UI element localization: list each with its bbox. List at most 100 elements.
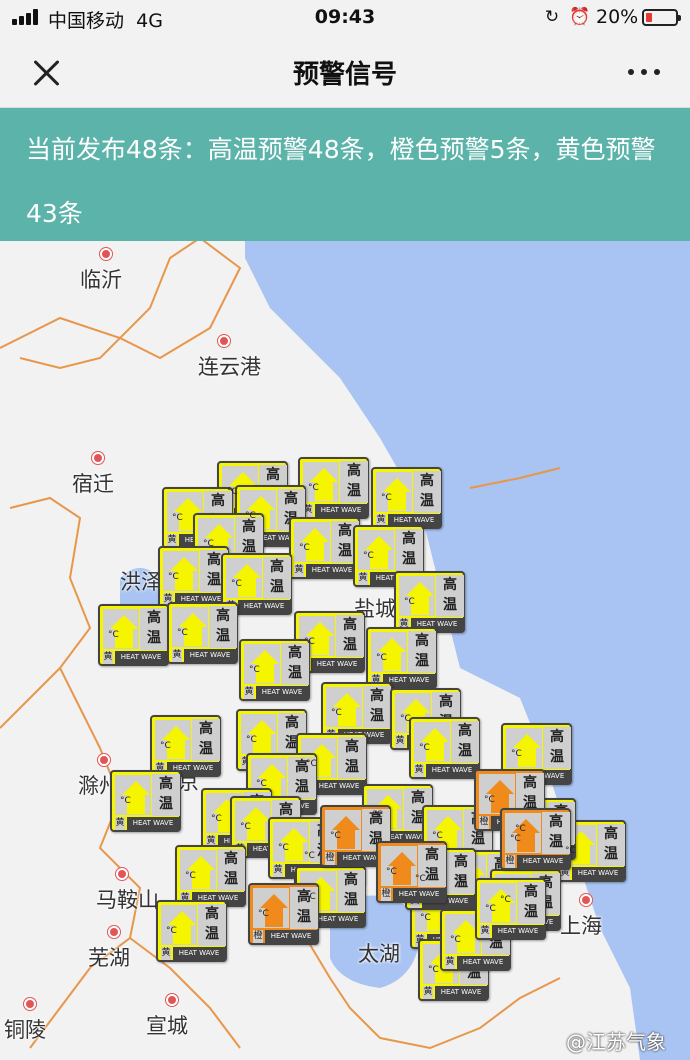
degree-label: °C [203,539,214,549]
heat-wave-warning-icon[interactable]: °C高温黄HEAT WAVE [475,878,546,940]
warning-level-label: 橙 [505,855,515,868]
thermometer-icon [180,850,216,890]
degree-label: °C [376,653,387,663]
degree-label: °C [211,814,222,824]
city-label: 马鞍山 [96,888,159,912]
warning-en-label: HEAT WAVE [313,780,365,793]
degree-label: °C [420,913,431,923]
degree-label: °C [108,630,119,640]
warning-type-label: 高温 [192,719,220,761]
warning-en-label: HEAT WAVE [256,686,308,699]
degree-label: °C [308,483,319,493]
thermometer-icon [163,551,199,591]
battery-icon [642,9,681,26]
warning-type-label: 高温 [152,774,180,816]
degree-label: °C [331,708,342,718]
warning-level-label: 黄 [294,564,304,577]
degree-label: °C [306,759,317,769]
watermark: @江苏气象 [566,1030,666,1054]
warning-type-label: 高温 [338,737,366,779]
degree-label: °C [304,637,315,647]
thermometer-icon [358,530,394,570]
heat-wave-warning-icon[interactable]: °C高温黄HEAT WAVE [156,900,227,962]
thermometer-icon [506,728,542,768]
degree-label: °C [305,892,316,902]
warning-en-label: HEAT WAVE [238,600,290,613]
degree-label: °C [419,743,430,753]
warning-level-label: 黄 [395,735,405,748]
warning-en-label: HEAT WAVE [457,956,509,969]
warning-type-label: 高温 [436,575,464,617]
degree-label: °C [363,551,374,561]
city-marker-icon [100,248,112,260]
thermometer-icon [235,801,271,841]
city-marker-icon [580,894,592,906]
heat-wave-warning-icon[interactable]: °C高温黄HEAT WAVE [158,546,229,608]
warning-type-label: 高温 [217,849,245,891]
heat-wave-warning-icon[interactable]: °C高温黄HEAT WAVE [98,604,169,666]
heat-wave-warning-icon[interactable]: °C高温黄HEAT WAVE [371,467,442,529]
warning-en-label: HEAT WAVE [173,947,225,960]
thermometer-icon [155,720,191,760]
heat-wave-warning-icon[interactable]: °C高温黄HEAT WAVE [298,457,369,519]
warning-type-label: 高温 [597,824,625,866]
warning-en-label: HEAT WAVE [435,986,487,999]
warning-en-label: HEAT WAVE [426,764,478,777]
heat-wave-warning-icon[interactable]: °C高温黄HEAT WAVE [150,715,221,777]
heat-wave-warning-icon[interactable]: °C高温橙HEAT WAVE [376,841,447,903]
degree-label: °C [432,831,443,841]
city-label: 连云港 [198,355,261,379]
degree-label: °C [299,543,310,553]
city-label: 临沂 [80,268,122,292]
rotation-lock-icon: ↻ [544,7,560,27]
warning-level-label: 黄 [358,572,368,585]
thermometer-icon [371,632,407,672]
degree-label: °C [400,714,411,724]
degree-label: °C [278,843,289,853]
city-marker-icon [92,452,104,464]
thermometer-icon [326,687,362,727]
heat-wave-warning-icon[interactable]: °C高温橙HEAT WAVE [500,808,571,870]
degree-label: °C [510,834,521,844]
warning-level-label: 黄 [480,925,490,938]
thermometer-icon [381,846,417,886]
degree-label: °C [227,487,238,497]
warning-type-label: 高温 [413,471,441,513]
warning-level-label: 橙 [479,816,489,829]
degree-label: °C [511,749,522,759]
warning-type-label: 高温 [198,904,226,946]
warning-map[interactable]: 日照临沂连云港宿迁洪泽盐城滁州京南通常州马鞍山芜湖太湖上海宣城铜陵 °C高温黄H… [0,108,690,1060]
heat-wave-warning-icon[interactable]: °C高温黄HEAT WAVE [394,571,465,633]
heat-wave-warning-icon[interactable]: °C高温黄HEAT WAVE [366,627,437,689]
warning-en-label: HEAT WAVE [517,855,569,868]
city-label: 太湖 [358,942,400,966]
nav-bar: 预警信号 [0,36,690,108]
warning-en-label: HEAT WAVE [311,658,363,671]
heat-wave-warning-icon[interactable]: °C高温黄HEAT WAVE [175,845,246,907]
degree-label: °C [240,822,251,832]
degree-label: °C [120,796,131,806]
heat-wave-warning-icon[interactable]: °C高温黄HEAT WAVE [110,770,181,832]
degree-label: °C [386,867,397,877]
degree-label: °C [160,741,171,751]
warning-type-label: 高温 [447,852,475,894]
heat-wave-warning-icon[interactable]: °C高温黄HEAT WAVE [239,639,310,701]
warning-en-label: HEAT WAVE [184,649,236,662]
city-label: 铜陵 [4,1018,46,1042]
warning-type-label: 高温 [336,615,364,657]
heat-wave-warning-icon[interactable]: °C高温黄HEAT WAVE [289,517,360,579]
warning-type-label: 高温 [340,461,368,503]
heat-wave-warning-icon[interactable]: °C高温黄HEAT WAVE [167,602,238,664]
warning-type-label: 高温 [517,882,545,924]
warning-en-label: HEAT WAVE [572,867,624,880]
more-icon[interactable] [622,60,666,84]
city-marker-icon [108,926,120,938]
heat-wave-warning-icon[interactable]: °C高温黄HEAT WAVE [409,717,480,779]
warning-level-label: 黄 [161,947,171,960]
city-marker-icon [116,868,128,880]
city-marker-icon [166,994,178,1006]
thermometer-icon [303,462,339,502]
warning-type-label: 高温 [395,529,423,571]
status-bar: 中国移动 4G 09:43 ↻ ⏰ 20% [0,0,690,36]
city-label: 洪泽 [120,570,162,594]
